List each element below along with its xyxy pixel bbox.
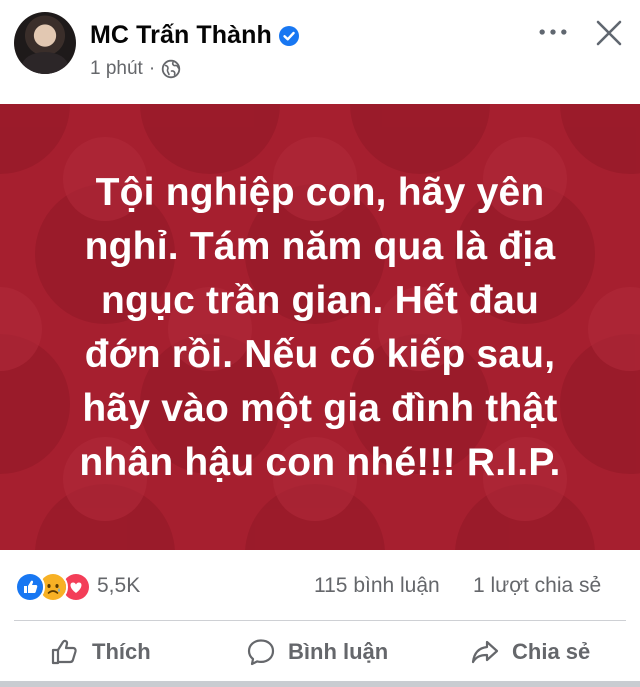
bottom-separator	[0, 681, 640, 687]
share-label: Chia sẻ	[512, 639, 591, 664]
post-header: MC Trấn Thành 1 phút ·	[0, 0, 640, 104]
reaction-icons[interactable]	[15, 572, 91, 602]
like-label: Thích	[92, 639, 151, 664]
close-icon	[596, 20, 622, 46]
comment-button[interactable]: Bình luận	[246, 634, 388, 670]
thumbs-up-icon	[51, 639, 77, 665]
post-image[interactable]: Tội nghiệp con, hãy yên nghỉ. Tám năm qu…	[0, 104, 640, 550]
post-actions: Thích Bình luận Chia sẻ	[0, 624, 640, 680]
post-image-text: Tội nghiệp con, hãy yên nghỉ. Tám năm qu…	[79, 171, 561, 484]
reaction-count[interactable]: 5,5K	[97, 574, 140, 598]
avatar[interactable]	[14, 12, 76, 74]
like-button[interactable]: Thích	[50, 634, 151, 670]
more-options-button[interactable]	[535, 18, 571, 46]
timestamp[interactable]: 1 phút	[90, 58, 143, 80]
verified-badge-icon	[278, 25, 300, 47]
more-options-icon	[539, 29, 567, 35]
author-name-text[interactable]: MC Trấn Thành	[90, 21, 272, 50]
share-arrow-icon	[471, 640, 499, 664]
author-name[interactable]: MC Trấn Thành	[90, 21, 300, 50]
separator: ·	[148, 58, 156, 79]
post-stats: 5,5K 115 bình luận 1 lượt chia sẻ	[0, 560, 640, 610]
share-button[interactable]: Chia sẻ	[470, 634, 590, 670]
close-button[interactable]	[590, 14, 628, 52]
globe-icon	[161, 59, 181, 79]
comments-count[interactable]: 115 bình luận	[314, 574, 440, 598]
shares-count[interactable]: 1 lượt chia sẻ	[473, 574, 601, 598]
like-reaction-icon	[15, 572, 45, 602]
post-meta: 1 phút ·	[90, 58, 181, 80]
comment-label: Bình luận	[288, 639, 389, 664]
divider	[14, 620, 626, 621]
comment-bubble-icon	[247, 639, 275, 666]
